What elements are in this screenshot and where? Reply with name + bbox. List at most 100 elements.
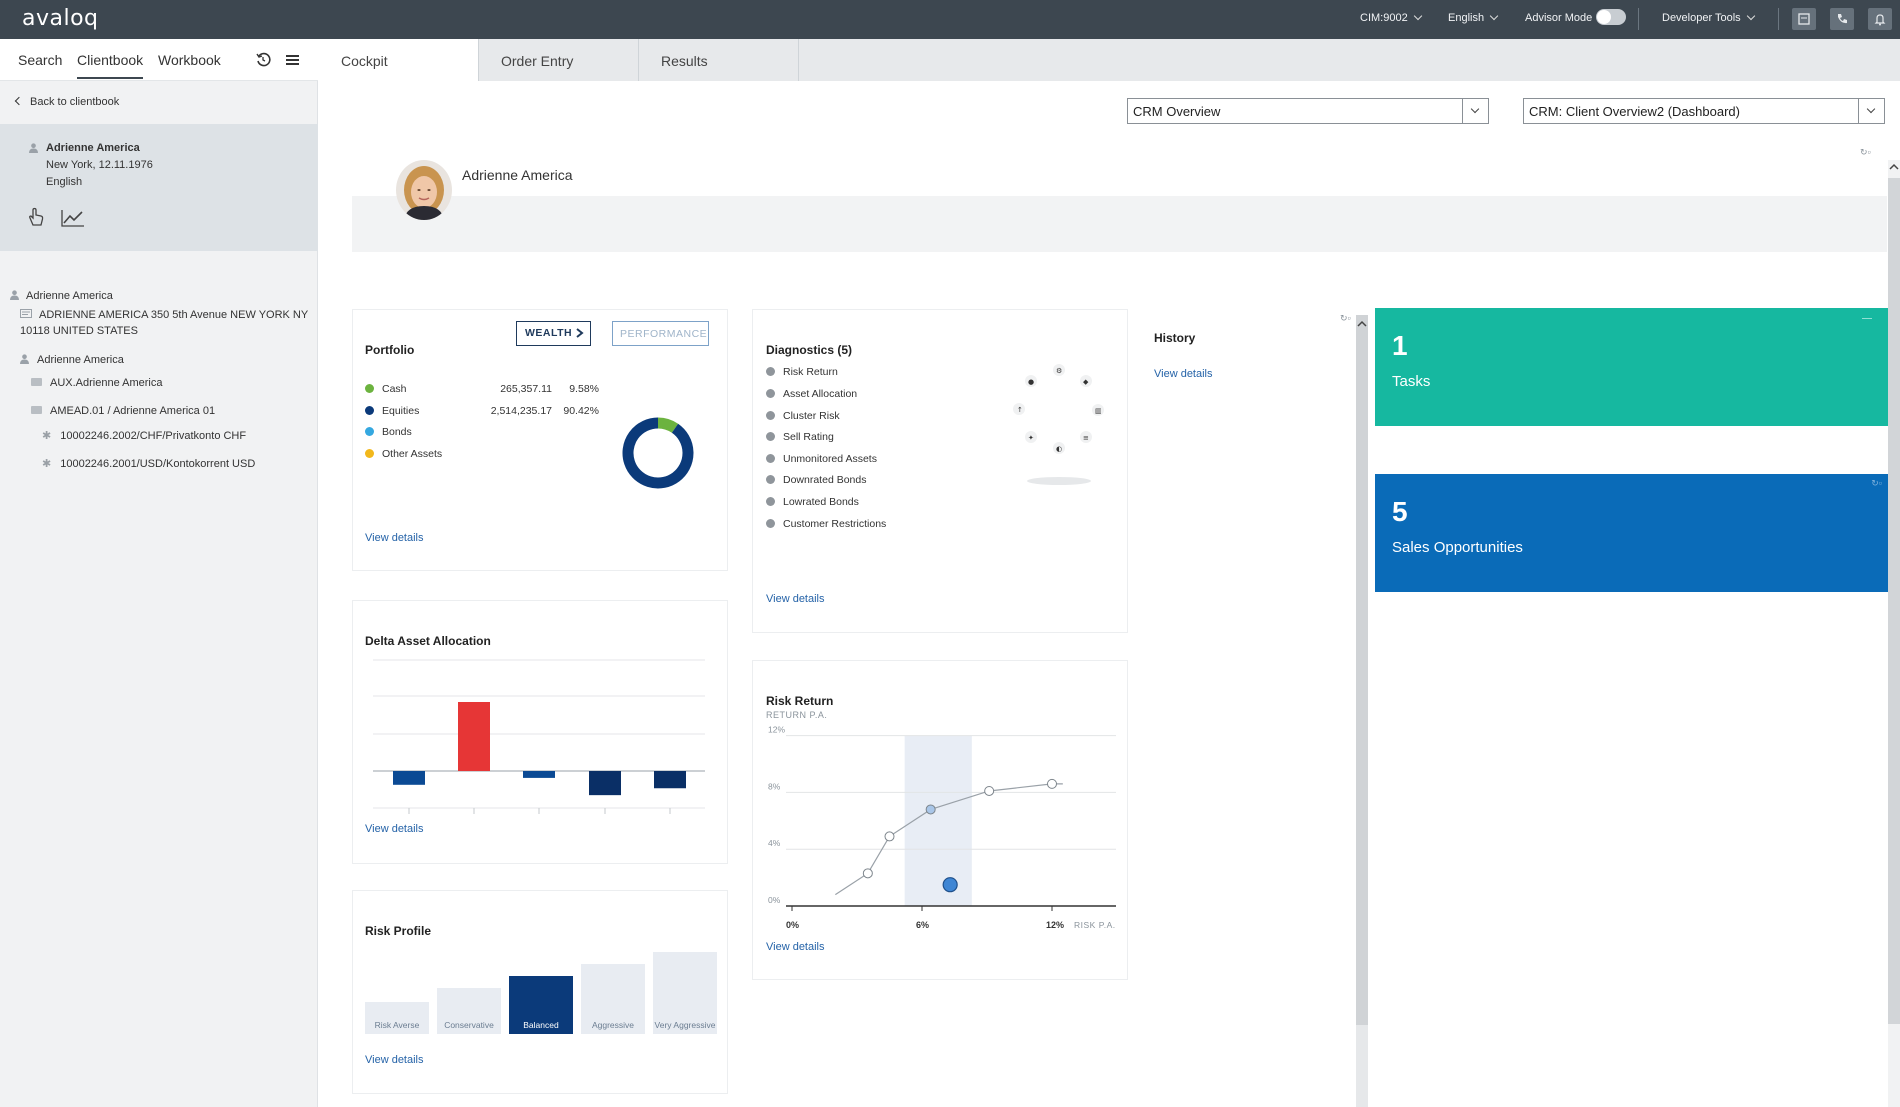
tree-person[interactable]: Adrienne America (20, 353, 124, 366)
wealth-button[interactable]: WEALTH (516, 321, 591, 346)
advisor-mode-toggle[interactable] (1596, 9, 1626, 25)
sales-opportunities-tile[interactable]: 5 Sales Opportunities ↻▫ (1375, 474, 1888, 592)
history-title: History (1154, 331, 1196, 345)
tasks-tile[interactable]: 1 Tasks (1375, 308, 1888, 426)
overview-select[interactable]: CRM Overview (1127, 98, 1489, 124)
tree-folder-aux[interactable]: AUX.Adrienne America (31, 377, 163, 389)
tab-results[interactable]: Results (639, 39, 799, 81)
history-scrollbar[interactable] (1356, 315, 1368, 1107)
legend-other-assets: Other Assets (365, 448, 442, 460)
client-avatar (396, 160, 452, 220)
delta-bar (654, 771, 686, 789)
refresh-icon[interactable]: ↻▫ (1871, 478, 1882, 489)
delta-bar-chart (373, 659, 705, 814)
legend-dot (365, 384, 374, 393)
diag-item[interactable]: Downrated Bonds (766, 474, 866, 486)
diagnostics-view-details-link[interactable]: View details (766, 593, 825, 605)
client-card: Adrienne America New York, 12.11.1976 En… (0, 124, 318, 251)
folder-icon (31, 378, 42, 386)
hand-pointer-icon[interactable] (27, 207, 45, 227)
top-bar: avaloq CIM:9002 English Advisor Mode Dev… (0, 0, 1900, 39)
refresh-icon[interactable]: ↻▫ (1340, 313, 1351, 324)
diag-item[interactable]: Risk Return (766, 366, 838, 378)
tree-account-usd[interactable]: ✱ 10002246.2001/USD/Kontokorrent USD (42, 457, 255, 470)
diag-item[interactable]: Lowrated Bonds (766, 496, 859, 508)
tab-order-entry[interactable]: Order Entry (479, 39, 639, 81)
risk-return-ylabel: RETURN P.A. (766, 710, 828, 720)
cim-selector[interactable]: CIM:9002 (1360, 11, 1422, 24)
svg-text:◆: ◆ (1083, 378, 1089, 386)
person-icon (10, 290, 19, 300)
risk-profile-view-details-link[interactable]: View details (365, 1054, 424, 1066)
client-language: English (46, 176, 83, 188)
diag-item[interactable]: Cluster Risk (766, 410, 840, 422)
status-dot (766, 389, 775, 398)
frontier-point (925, 804, 936, 815)
diag-item[interactable]: Sell Rating (766, 431, 834, 443)
back-to-clientbook-link[interactable]: Back to clientbook (14, 96, 119, 108)
risk-return-title: Risk Return (766, 694, 834, 708)
notes-button[interactable] (1792, 8, 1816, 30)
tab-workbook[interactable]: Workbook (158, 52, 221, 68)
tab-search[interactable]: Search (18, 52, 62, 68)
delta-bar (589, 771, 621, 796)
left-panel: Search Clientbook Workbook Back to clien… (0, 39, 318, 1107)
risk-level-risk-averse[interactable]: Risk Averse (365, 1002, 429, 1034)
legend-dot (365, 449, 374, 458)
risk-level-balanced[interactable]: Balanced (509, 976, 573, 1034)
cash-pct: 9.58% (569, 383, 599, 395)
svg-text:◐: ◐ (1056, 445, 1062, 453)
menu-icon[interactable] (286, 53, 300, 67)
language-selector[interactable]: English (1448, 11, 1499, 24)
diagnostics-title: Diagnostics (5) (766, 343, 853, 357)
performance-button[interactable]: PERFORMANCE (612, 321, 709, 346)
frontier-point (1047, 778, 1057, 789)
note-icon (1798, 13, 1810, 25)
chart-line-icon[interactable] (61, 209, 85, 227)
highlight-band (904, 735, 972, 906)
x-tick-label: 12% (1046, 920, 1064, 930)
main-tabs: Cockpit Order Entry Results (319, 39, 1900, 81)
minimize-icon[interactable] (1862, 318, 1872, 319)
tree-folder-amead[interactable]: AMEAD.01 / Adrienne America 01 (31, 405, 215, 417)
tasks-count: 1 (1392, 330, 1408, 361)
risk-level-aggressive[interactable]: Aggressive (581, 964, 645, 1034)
refresh-icon[interactable]: ↻▫ (1860, 147, 1871, 158)
tree-address[interactable]: ADRIENNE AMERICA 350 5th Avenue NEW YORK… (20, 309, 308, 321)
history-icon[interactable] (255, 52, 271, 68)
risk-level-very-aggressive[interactable]: Very Aggressive (653, 952, 717, 1034)
donut-slice-equities (622, 417, 694, 489)
tree-account-chf[interactable]: ✱ 10002246.2002/CHF/Privatkonto CHF (42, 429, 246, 442)
delta-view-details-link[interactable]: View details (365, 823, 424, 835)
developer-tools-menu[interactable]: Developer Tools (1662, 11, 1755, 24)
risk-return-view-details-link[interactable]: View details (766, 941, 825, 953)
diag-item[interactable]: Asset Allocation (766, 388, 857, 400)
svg-text:↑: ↑ (1017, 406, 1023, 414)
risk-level-conservative[interactable]: Conservative (437, 988, 501, 1034)
main-scrollbar[interactable] (1888, 160, 1900, 1107)
legend-dot (365, 406, 374, 415)
legend-dot (365, 427, 374, 436)
tree-root[interactable]: Adrienne America (10, 289, 113, 302)
client-header-name: Adrienne America (462, 167, 573, 183)
delta-bar (458, 702, 490, 771)
phone-button[interactable] (1830, 8, 1854, 30)
address-card-icon (20, 309, 32, 318)
portfolio-view-details-link[interactable]: View details (365, 532, 424, 544)
dashboard-select[interactable]: CRM: Client Overview2 (Dashboard) (1523, 98, 1885, 124)
equities-pct: 90.42% (563, 405, 599, 417)
history-view-details-link[interactable]: View details (1154, 368, 1213, 380)
chevron-left-icon (14, 96, 24, 106)
donut-slice-cash (657, 417, 679, 434)
status-dot (766, 411, 775, 420)
diag-item[interactable]: Unmonitored Assets (766, 453, 877, 465)
person-icon (20, 354, 29, 364)
client-portfolio-point (942, 877, 958, 893)
notifications-button[interactable] (1868, 8, 1892, 30)
tab-clientbook[interactable]: Clientbook (77, 52, 144, 79)
folder-icon (31, 406, 42, 414)
sales-label: Sales Opportunities (1392, 539, 1523, 556)
diag-item[interactable]: Customer Restrictions (766, 518, 886, 530)
equities-amount: 2,514,235.17 (490, 405, 552, 417)
tab-cockpit[interactable]: Cockpit (319, 39, 479, 81)
